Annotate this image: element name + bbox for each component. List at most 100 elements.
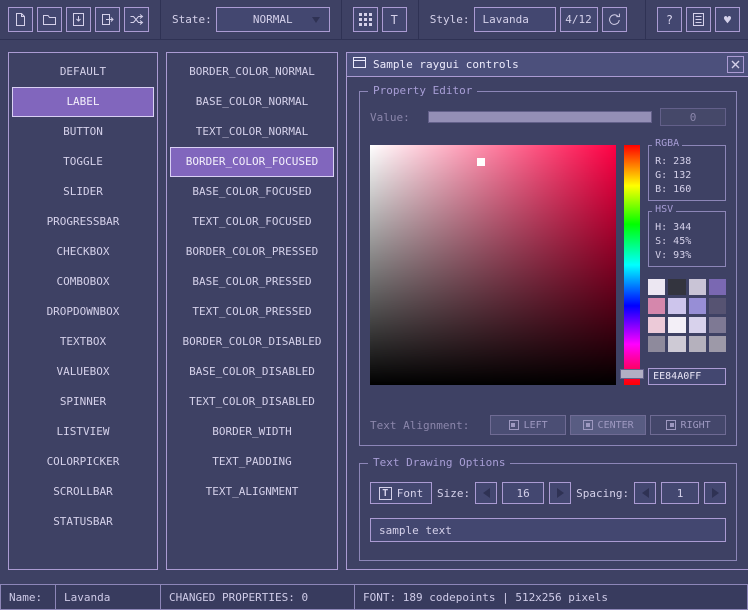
state-dropdown[interactable]: NORMAL: [216, 7, 330, 32]
sponsor-button[interactable]: ♥: [715, 7, 740, 32]
font-button-label: Font: [397, 487, 424, 500]
font-test-button[interactable]: T: [382, 7, 407, 32]
align-right-icon: [666, 420, 676, 430]
about-button[interactable]: [686, 7, 711, 32]
value-value: V: 93%: [655, 249, 719, 263]
style-name-input[interactable]: Lavanda: [474, 7, 556, 32]
properties-list-item[interactable]: TEXT_COLOR_FOCUSED: [170, 207, 334, 237]
properties-list-item[interactable]: BASE_COLOR_FOCUSED: [170, 177, 334, 207]
style-table-button[interactable]: [353, 7, 378, 32]
letter-t-icon: T: [379, 487, 392, 500]
question-mark-icon: ?: [666, 13, 673, 27]
properties-list-item[interactable]: TEXT_COLOR_NORMAL: [170, 117, 334, 147]
color-swatch[interactable]: [648, 336, 665, 352]
properties-list-item[interactable]: BORDER_WIDTH: [170, 417, 334, 447]
color-swatch[interactable]: [668, 317, 685, 333]
size-value-box[interactable]: 16: [502, 482, 544, 504]
text-alignment-row: Text Alignment: LEFT CENTER: [370, 415, 726, 435]
color-swatch-grid: [648, 279, 726, 352]
align-left-button[interactable]: LEFT: [490, 415, 566, 435]
value-slider[interactable]: [428, 111, 652, 123]
color-swatch[interactable]: [648, 279, 665, 295]
hue-bar[interactable]: [624, 145, 640, 385]
font-button[interactable]: T Font: [370, 482, 432, 504]
color-swatch[interactable]: [668, 279, 685, 295]
controls-list-item[interactable]: LISTVIEW: [12, 417, 154, 447]
controls-list-item[interactable]: STATUSBAR: [12, 507, 154, 537]
value-label: Value:: [370, 111, 420, 124]
help-button[interactable]: ?: [657, 7, 682, 32]
random-style-button[interactable]: [124, 7, 149, 32]
sample-text-input[interactable]: sample text: [370, 518, 726, 542]
saturation-value-panel[interactable]: [370, 145, 616, 385]
reload-style-button[interactable]: [602, 7, 627, 32]
load-style-button[interactable]: [37, 7, 62, 32]
toolbar-separator: [341, 0, 342, 39]
color-swatch[interactable]: [648, 298, 665, 314]
color-swatch[interactable]: [709, 336, 726, 352]
properties-list-item[interactable]: BASE_COLOR_NORMAL: [170, 87, 334, 117]
controls-list-item[interactable]: TOGGLE: [12, 147, 154, 177]
align-center-label: CENTER: [598, 420, 634, 431]
controls-list-item[interactable]: SLIDER: [12, 177, 154, 207]
controls-list-item[interactable]: DEFAULT: [12, 57, 154, 87]
size-increase-button[interactable]: [549, 482, 571, 504]
group-title: Property Editor: [368, 84, 477, 97]
statusbar-name-label: Name:: [0, 584, 56, 610]
color-selector-marker[interactable]: [477, 158, 485, 166]
style-name-value: Lavanda: [483, 13, 529, 26]
spacing-decrease-button[interactable]: [634, 482, 656, 504]
color-swatch[interactable]: [648, 317, 665, 333]
properties-list-item[interactable]: TEXT_ALIGNMENT: [170, 477, 334, 507]
properties-list: BORDER_COLOR_NORMAL BASE_COLOR_NORMAL TE…: [166, 52, 338, 570]
properties-list-item[interactable]: TEXT_PADDING: [170, 447, 334, 477]
controls-list-item[interactable]: CHECKBOX: [12, 237, 154, 267]
color-swatch[interactable]: [668, 336, 685, 352]
properties-list-item[interactable]: TEXT_COLOR_DISABLED: [170, 387, 334, 417]
close-button[interactable]: [727, 56, 744, 73]
statusbar-changed-properties: CHANGED PROPERTIES: 0: [160, 584, 355, 610]
color-swatch[interactable]: [709, 317, 726, 333]
controls-list-item-selected[interactable]: LABEL: [12, 87, 154, 117]
state-dropdown-value: NORMAL: [253, 13, 293, 26]
controls-list-item[interactable]: SPINNER: [12, 387, 154, 417]
controls-list-item[interactable]: DROPDOWNBOX: [12, 297, 154, 327]
controls-list-item[interactable]: SCROLLBAR: [12, 477, 154, 507]
controls-list-item[interactable]: VALUEBOX: [12, 357, 154, 387]
size-decrease-button[interactable]: [475, 482, 497, 504]
spacing-value-box[interactable]: 1: [661, 482, 699, 504]
controls-list-item[interactable]: COMBOBOX: [12, 267, 154, 297]
controls-list-item[interactable]: BUTTON: [12, 117, 154, 147]
sample-controls-window: Sample raygui controls Property Editor V…: [346, 52, 748, 570]
properties-list-item[interactable]: BASE_COLOR_PRESSED: [170, 267, 334, 297]
export-style-button[interactable]: [95, 7, 120, 32]
hue-slider-handle[interactable]: [620, 369, 644, 379]
color-info-column: RGBA R: 238 G: 132 B: 160 HSV H: 344 S: …: [648, 145, 726, 385]
color-swatch[interactable]: [689, 298, 706, 314]
properties-list-item[interactable]: BORDER_COLOR_PRESSED: [170, 237, 334, 267]
color-swatch[interactable]: [689, 336, 706, 352]
controls-list-item[interactable]: PROGRESSBAR: [12, 207, 154, 237]
controls-list-item[interactable]: COLORPICKER: [12, 447, 154, 477]
new-file-icon: [13, 12, 28, 27]
align-right-button[interactable]: RIGHT: [650, 415, 726, 435]
align-center-button[interactable]: CENTER: [570, 415, 646, 435]
hex-value-input[interactable]: EE84A0FF: [648, 368, 726, 385]
new-style-button[interactable]: [8, 7, 33, 32]
style-counter: 4/12: [560, 7, 598, 32]
value-box[interactable]: 0: [660, 108, 726, 126]
properties-list-item[interactable]: BORDER_COLOR_DISABLED: [170, 327, 334, 357]
color-swatch[interactable]: [668, 298, 685, 314]
spacing-increase-button[interactable]: [704, 482, 726, 504]
properties-list-item[interactable]: BORDER_COLOR_NORMAL: [170, 57, 334, 87]
color-swatch[interactable]: [689, 317, 706, 333]
properties-list-item[interactable]: TEXT_COLOR_PRESSED: [170, 297, 334, 327]
color-swatch[interactable]: [689, 279, 706, 295]
toolbar-separator: [418, 0, 419, 39]
save-style-button[interactable]: [66, 7, 91, 32]
controls-list-item[interactable]: TEXTBOX: [12, 327, 154, 357]
properties-list-item-selected[interactable]: BORDER_COLOR_FOCUSED: [170, 147, 334, 177]
color-swatch[interactable]: [709, 279, 726, 295]
properties-list-item[interactable]: BASE_COLOR_DISABLED: [170, 357, 334, 387]
color-swatch[interactable]: [709, 298, 726, 314]
